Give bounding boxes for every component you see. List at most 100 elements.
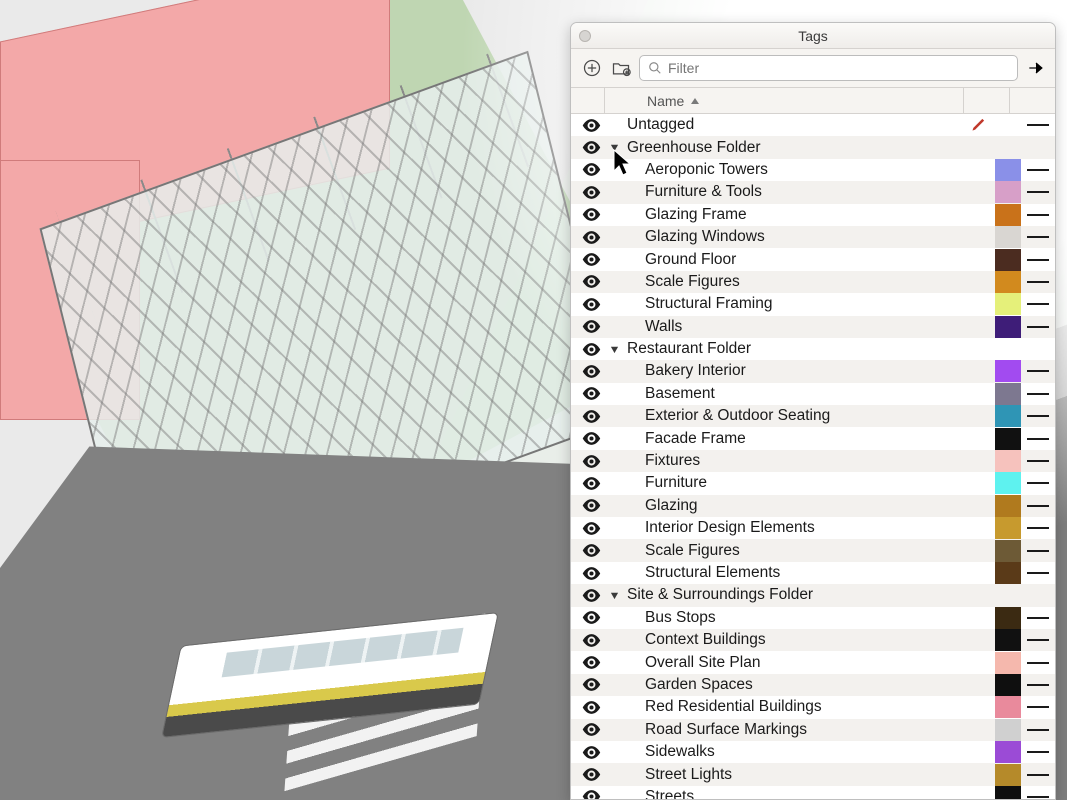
tag-name[interactable]: Glazing Frame: [621, 206, 995, 224]
visibility-toggle[interactable]: [575, 589, 607, 602]
color-swatch[interactable]: [995, 450, 1021, 472]
tag-row[interactable]: Untagged: [571, 114, 1055, 136]
tag-row[interactable]: Structural Framing: [571, 293, 1055, 315]
visibility-toggle[interactable]: [575, 410, 607, 423]
tag-name[interactable]: Interior Design Elements: [621, 519, 995, 537]
line-style-swatch[interactable]: [1025, 786, 1051, 799]
color-swatch[interactable]: [995, 159, 1021, 181]
disclosure-triangle[interactable]: [607, 143, 621, 152]
tag-name[interactable]: Exterior & Outdoor Seating: [621, 407, 995, 425]
tag-name[interactable]: Basement: [621, 385, 995, 403]
tag-name[interactable]: Fixtures: [621, 452, 995, 470]
color-swatch[interactable]: [995, 764, 1021, 786]
line-style-swatch[interactable]: [1025, 428, 1051, 450]
tag-row[interactable]: Fixtures: [571, 450, 1055, 472]
tag-row[interactable]: Garden Spaces: [571, 674, 1055, 696]
color-swatch[interactable]: [995, 562, 1021, 584]
color-swatch[interactable]: [995, 249, 1021, 271]
tag-row[interactable]: Sidewalks: [571, 741, 1055, 763]
tag-name[interactable]: Walls: [621, 318, 995, 336]
tag-name[interactable]: Facade Frame: [621, 430, 995, 448]
visibility-toggle[interactable]: [575, 656, 607, 669]
tag-name[interactable]: Glazing: [621, 497, 995, 515]
tag-name[interactable]: Streets: [621, 788, 995, 799]
tag-row[interactable]: Walls: [571, 316, 1055, 338]
visibility-toggle[interactable]: [575, 231, 607, 244]
color-swatch[interactable]: [995, 652, 1021, 674]
tag-folder-row[interactable]: Site & Surroundings Folder: [571, 584, 1055, 606]
color-swatch[interactable]: [995, 517, 1021, 539]
tag-name[interactable]: Garden Spaces: [621, 676, 995, 694]
visibility-toggle[interactable]: [575, 634, 607, 647]
tag-name[interactable]: Restaurant Folder: [621, 340, 995, 358]
tag-row[interactable]: Aeroponic Towers: [571, 159, 1055, 181]
tag-row[interactable]: Interior Design Elements: [571, 517, 1055, 539]
tag-name[interactable]: Untagged: [621, 116, 971, 134]
color-swatch[interactable]: [995, 405, 1021, 427]
visibility-toggle[interactable]: [575, 343, 607, 356]
visibility-toggle[interactable]: [575, 253, 607, 266]
tag-row[interactable]: Ground Floor: [571, 248, 1055, 270]
tag-name[interactable]: Glazing Windows: [621, 228, 995, 246]
line-style-swatch[interactable]: [1025, 293, 1051, 315]
list-header[interactable]: Name: [571, 88, 1055, 114]
tag-row[interactable]: Road Surface Markings: [571, 719, 1055, 741]
tag-folder-row[interactable]: Restaurant Folder: [571, 338, 1055, 360]
tag-name[interactable]: Greenhouse Folder: [621, 139, 995, 157]
line-style-swatch[interactable]: [1025, 316, 1051, 338]
line-style-swatch[interactable]: [1025, 249, 1051, 271]
color-swatch[interactable]: [995, 316, 1021, 338]
tag-name[interactable]: Site & Surroundings Folder: [621, 586, 995, 604]
line-style-swatch[interactable]: [1025, 652, 1051, 674]
visibility-toggle[interactable]: [575, 746, 607, 759]
color-swatch[interactable]: [995, 428, 1021, 450]
tag-row[interactable]: Scale Figures: [571, 271, 1055, 293]
tag-row[interactable]: Facade Frame: [571, 427, 1055, 449]
tag-row[interactable]: Structural Elements: [571, 562, 1055, 584]
visibility-toggle[interactable]: [575, 208, 607, 221]
line-style-swatch[interactable]: [1025, 383, 1051, 405]
color-swatch[interactable]: [995, 383, 1021, 405]
tag-row[interactable]: Glazing Windows: [571, 226, 1055, 248]
tag-name[interactable]: Furniture: [621, 474, 995, 492]
visibility-toggle[interactable]: [575, 455, 607, 468]
tag-row[interactable]: Context Buildings: [571, 629, 1055, 651]
color-swatch[interactable]: [995, 719, 1021, 741]
color-swatch[interactable]: [995, 607, 1021, 629]
color-swatch[interactable]: [995, 629, 1021, 651]
tag-name[interactable]: Road Surface Markings: [621, 721, 995, 739]
tag-name[interactable]: Scale Figures: [621, 273, 995, 291]
line-style-swatch[interactable]: [1025, 405, 1051, 427]
line-style-swatch[interactable]: [1025, 226, 1051, 248]
visibility-toggle[interactable]: [575, 387, 607, 400]
visibility-toggle[interactable]: [575, 723, 607, 736]
line-style-swatch[interactable]: [1025, 629, 1051, 651]
line-style-swatch[interactable]: [1025, 674, 1051, 696]
visibility-toggle[interactable]: [575, 567, 607, 580]
visibility-toggle[interactable]: [575, 298, 607, 311]
tag-name[interactable]: Scale Figures: [621, 542, 995, 560]
tag-name[interactable]: Context Buildings: [621, 631, 995, 649]
line-style-swatch[interactable]: [1025, 562, 1051, 584]
tag-row[interactable]: Glazing: [571, 495, 1055, 517]
tag-row[interactable]: Streets: [571, 786, 1055, 799]
add-tag-folder-button[interactable]: [610, 57, 632, 79]
tag-row[interactable]: Bakery Interior: [571, 360, 1055, 382]
visibility-toggle[interactable]: [575, 522, 607, 535]
tag-row[interactable]: Bus Stops: [571, 607, 1055, 629]
visibility-toggle[interactable]: [575, 678, 607, 691]
line-style-swatch[interactable]: [1025, 540, 1051, 562]
line-style-swatch[interactable]: [1025, 741, 1051, 763]
panel-titlebar[interactable]: Tags: [571, 23, 1055, 49]
line-style-swatch[interactable]: [1025, 495, 1051, 517]
line-style-swatch[interactable]: [1025, 181, 1051, 203]
color-swatch[interactable]: [995, 360, 1021, 382]
color-swatch[interactable]: [995, 472, 1021, 494]
tag-row[interactable]: Furniture: [571, 472, 1055, 494]
line-style-swatch[interactable]: [1025, 607, 1051, 629]
tag-row[interactable]: Street Lights: [571, 763, 1055, 785]
line-style-swatch[interactable]: [1025, 696, 1051, 718]
color-swatch[interactable]: [995, 271, 1021, 293]
tag-row[interactable]: Basement: [571, 383, 1055, 405]
visibility-toggle[interactable]: [575, 790, 607, 799]
